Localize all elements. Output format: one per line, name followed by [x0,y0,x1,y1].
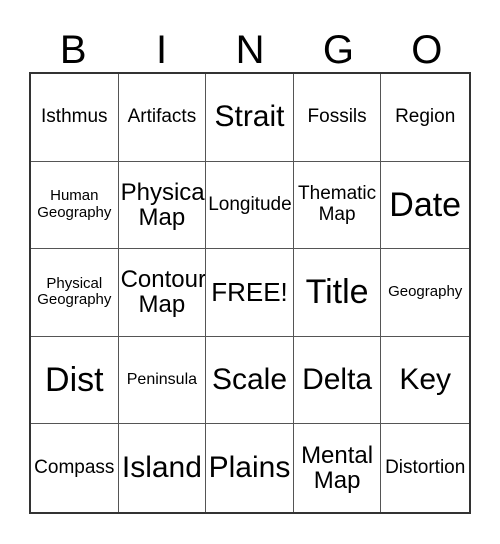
bingo-cell-r4c2[interactable]: Peninsula [118,336,207,425]
bingo-cell-r4c3[interactable]: Scale [206,336,294,425]
bingo-cell-free-space[interactable]: FREE! [206,249,294,337]
bingo-cell-label: FREE! [211,276,288,307]
bingo-cell-r1c5[interactable]: Region [381,74,469,162]
bingo-cell-label: Peninsula [126,371,198,389]
bingo-cell-r3c4[interactable]: Title [293,249,382,337]
bingo-cell-label: Human Geography [37,187,112,221]
bingo-cell-r2c3[interactable]: Longitude [206,161,294,250]
header-letter-i: I [156,28,168,72]
bingo-cell-label: Artifacts [127,106,197,128]
bingo-cell-r4c4[interactable]: Delta [293,336,382,425]
bingo-card: B I N G O Isthmus Artifacts Strait Fossi… [0,0,500,544]
bingo-cell-r5c3[interactable]: Plains [206,424,294,512]
bingo-cell-r5c1[interactable]: Compass [31,424,119,512]
bingo-cell-r4c5[interactable]: Key [381,337,469,425]
bingo-grid: Isthmus Artifacts Strait Fossils Region … [29,72,471,514]
bingo-header-letters: B I N G O [29,22,471,72]
bingo-cell-label: Island [121,450,202,484]
bingo-cell-r5c4[interactable]: Mental Map [294,424,382,512]
bingo-cell-r2c1[interactable]: Human Geography [31,161,119,250]
bingo-cell-label: Date [389,185,462,224]
bingo-cell-label: Isthmus [41,106,108,128]
bingo-cell-label: Key [399,362,452,396]
header-letter-o: O [411,28,443,72]
bingo-cell-r4c1[interactable]: Dist [31,336,119,425]
bingo-cell-r3c2[interactable]: Contour Map [118,249,207,337]
bingo-cell-label: Mental Map [301,442,374,495]
bingo-cell-label: Plains [208,450,291,484]
bingo-cell-r5c5[interactable]: Distortion [381,424,469,512]
bingo-cell-label: Title [305,273,369,312]
bingo-cell-label: Compass [34,456,115,478]
header-letter-b: B [59,28,87,72]
header-letter-g: G [322,28,354,72]
header-letter-n: N [235,28,265,72]
bingo-cell-label: Scale [211,362,288,396]
bingo-cell-label: Dist [45,361,104,400]
bingo-cell-r1c1[interactable]: Isthmus [31,74,119,162]
bingo-cell-r3c1[interactable]: Physical Geography [31,249,119,337]
bingo-cell-label: Delta [302,362,373,396]
bingo-cell-label: Longitude [208,193,292,215]
bingo-cell-label: Region [395,106,456,128]
bingo-cell-label: Physical Geography [37,274,112,309]
bingo-cell-r5c2[interactable]: Island [119,424,207,512]
bingo-cell-label: Fossils [307,106,367,128]
bingo-cell-r3c5[interactable]: Geography [381,249,469,337]
bingo-cell-r1c2[interactable]: Artifacts [118,74,207,162]
bingo-cell-label: Thematic Map [298,183,377,225]
bingo-cell-label: Distortion [385,456,466,478]
bingo-cell-label: Physical Map [120,178,207,231]
bingo-cell-label: Contour Map [120,266,206,319]
bingo-cell-r2c5[interactable]: Date [381,162,469,250]
bingo-cell-label: Geography [388,283,463,301]
bingo-cell-r1c4[interactable]: Fossils [293,74,382,162]
bingo-cell-r2c2[interactable]: Physical Map [118,161,207,250]
bingo-cell-r2c4[interactable]: Thematic Map [293,161,382,250]
bingo-cell-r1c3[interactable]: Strait [206,74,294,162]
bingo-cell-label: Strait [214,100,285,133]
